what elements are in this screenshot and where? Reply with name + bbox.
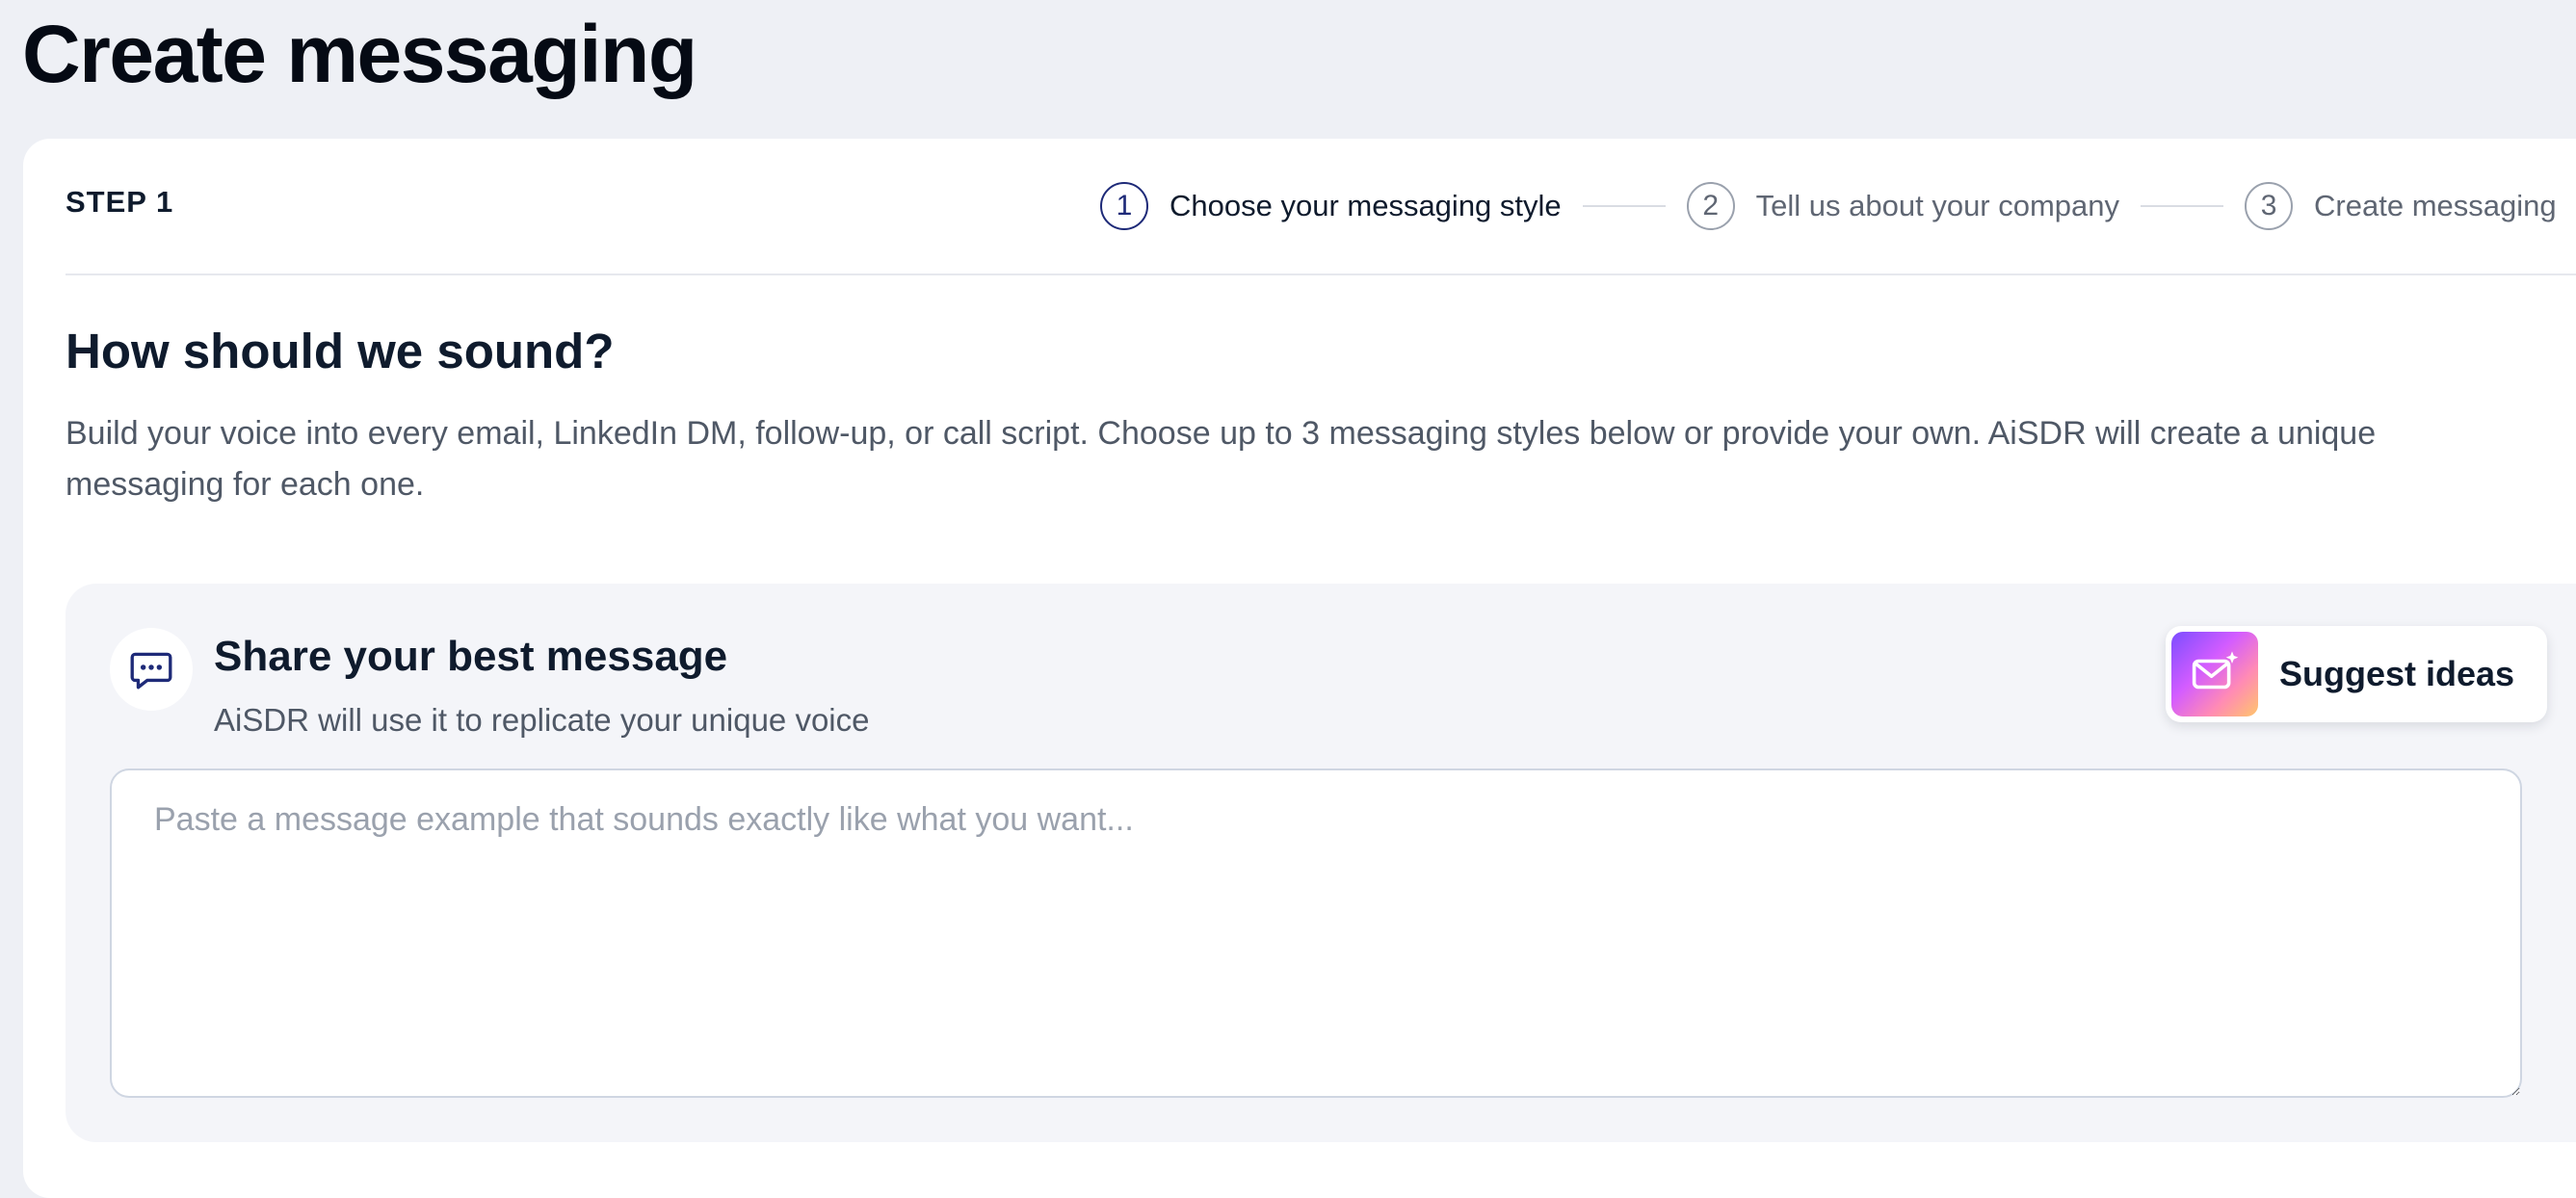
message-example-textarea[interactable]	[110, 768, 2522, 1098]
section-heading: How should we sound?	[66, 324, 615, 378]
main-card: STEP 1 1 Choose your messaging style 2 T…	[23, 139, 2576, 1198]
suggest-ideas-button[interactable]: Suggest ideas	[2166, 626, 2547, 722]
stepper-step-3[interactable]: 3 Create messaging	[2245, 182, 2557, 230]
step-label: STEP 1	[66, 185, 174, 219]
section-description: Build your voice into every email, Linke…	[66, 415, 2377, 503]
panel-subtitle: AiSDR will use it to replicate your uniq…	[214, 702, 870, 738]
page-title: Create messaging	[22, 9, 697, 99]
envelope-sparkle-icon	[2171, 632, 2258, 716]
step-connector	[2141, 205, 2224, 207]
panel-title: Share your best message	[214, 633, 728, 680]
step-number-badge: 2	[1686, 182, 1735, 230]
step-label-text: Choose your messaging style	[1170, 189, 1562, 222]
step-label-text: Tell us about your company	[1755, 189, 2120, 222]
chat-bubble-icon	[110, 628, 193, 711]
card-header: STEP 1 1 Choose your messaging style 2 T…	[66, 139, 2576, 275]
stepper: 1 Choose your messaging style 2 Tell us …	[1100, 180, 2557, 232]
step-label-text: Create messaging	[2314, 189, 2557, 222]
stepper-step-1[interactable]: 1 Choose your messaging style	[1100, 182, 1562, 230]
step-number-badge: 3	[2245, 182, 2294, 230]
stepper-step-2[interactable]: 2 Tell us about your company	[1686, 182, 2120, 230]
step-connector	[1582, 205, 1666, 207]
best-message-panel: Share your best message AiSDR will use i…	[66, 584, 2576, 1142]
suggest-ideas-label: Suggest ideas	[2279, 654, 2515, 693]
step-number-badge: 1	[1100, 182, 1148, 230]
